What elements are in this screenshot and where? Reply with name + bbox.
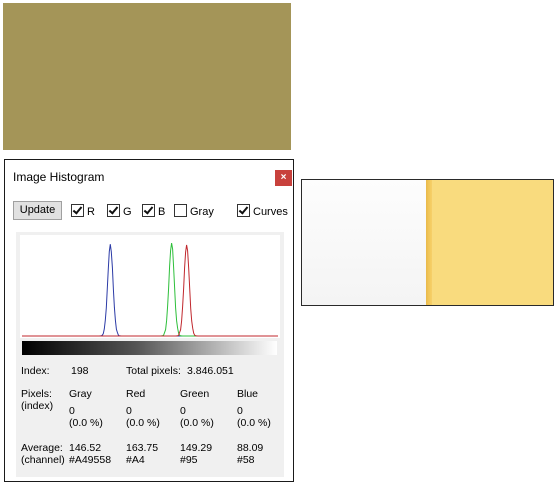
checkbox-box[interactable]: [107, 204, 120, 217]
column-gray: Gray: [69, 388, 92, 400]
checkbox-r[interactable]: R: [71, 204, 95, 218]
histogram-window: Image Histogram × Update R G B Gray Curv…: [4, 159, 294, 482]
green-pct: (0.0 %): [180, 417, 214, 429]
total-pixels-label: Total pixels:: [126, 365, 181, 377]
photo-yellow-region: [432, 180, 553, 305]
blue-count: 0: [237, 405, 243, 417]
blue-pct: (0.0 %): [237, 417, 271, 429]
color-swatch: [3, 3, 291, 150]
green-average: 149.29: [180, 442, 213, 454]
checkbox-curves[interactable]: Curves: [237, 204, 288, 218]
checkbox-box[interactable]: [174, 204, 187, 217]
checkbox-box[interactable]: [237, 204, 250, 217]
window-title: Image Histogram: [13, 170, 105, 184]
histogram-panel: Index: 198 Total pixels: 3.846.051 Pixel…: [16, 232, 284, 477]
reference-photo: [301, 179, 554, 306]
pixels-label: Pixels:: [21, 388, 52, 400]
checkbox-label: R: [87, 206, 95, 218]
checkbox-box[interactable]: [142, 204, 155, 217]
checkbox-label: Gray: [190, 206, 214, 218]
gray-hex: #A49558: [69, 454, 112, 466]
title-bar[interactable]: Image Histogram ×: [5, 160, 293, 194]
average-label: Average:: [21, 442, 63, 454]
update-button[interactable]: Update: [13, 201, 62, 220]
gray-average: 146.52: [69, 442, 102, 454]
checkbox-gray[interactable]: Gray: [174, 204, 214, 218]
checkbox-label: B: [158, 206, 166, 218]
pixels-sub-label: (index): [21, 400, 54, 412]
total-pixels-value: 3.846.051: [187, 365, 234, 377]
gray-pct: (0.0 %): [69, 417, 103, 429]
checkbox-b[interactable]: B: [142, 204, 165, 218]
gray-count: 0: [69, 405, 75, 417]
red-average: 163.75: [126, 442, 159, 454]
index-label: Index:: [21, 365, 50, 377]
blue-hex: #58: [237, 454, 255, 466]
column-green: Green: [180, 388, 210, 400]
blue-average: 88.09: [237, 442, 264, 454]
photo-white-region: [302, 180, 426, 305]
red-pct: (0.0 %): [126, 417, 160, 429]
histogram-plot: [20, 235, 280, 338]
checkbox-box[interactable]: [71, 204, 84, 217]
checkbox-label: G: [123, 206, 132, 218]
checkbox-label: Curves: [253, 206, 288, 218]
red-count: 0: [126, 405, 132, 417]
column-red: Red: [126, 388, 146, 400]
red-hex: #A4: [126, 454, 145, 466]
green-count: 0: [180, 405, 186, 417]
green-hex: #95: [180, 454, 198, 466]
column-blue: Blue: [237, 388, 259, 400]
intensity-gradient-bar[interactable]: [22, 341, 277, 355]
checkbox-g[interactable]: G: [107, 204, 132, 218]
average-sub-label: (channel): [21, 454, 65, 466]
close-button[interactable]: ×: [275, 170, 292, 186]
index-value: 198: [71, 365, 89, 377]
